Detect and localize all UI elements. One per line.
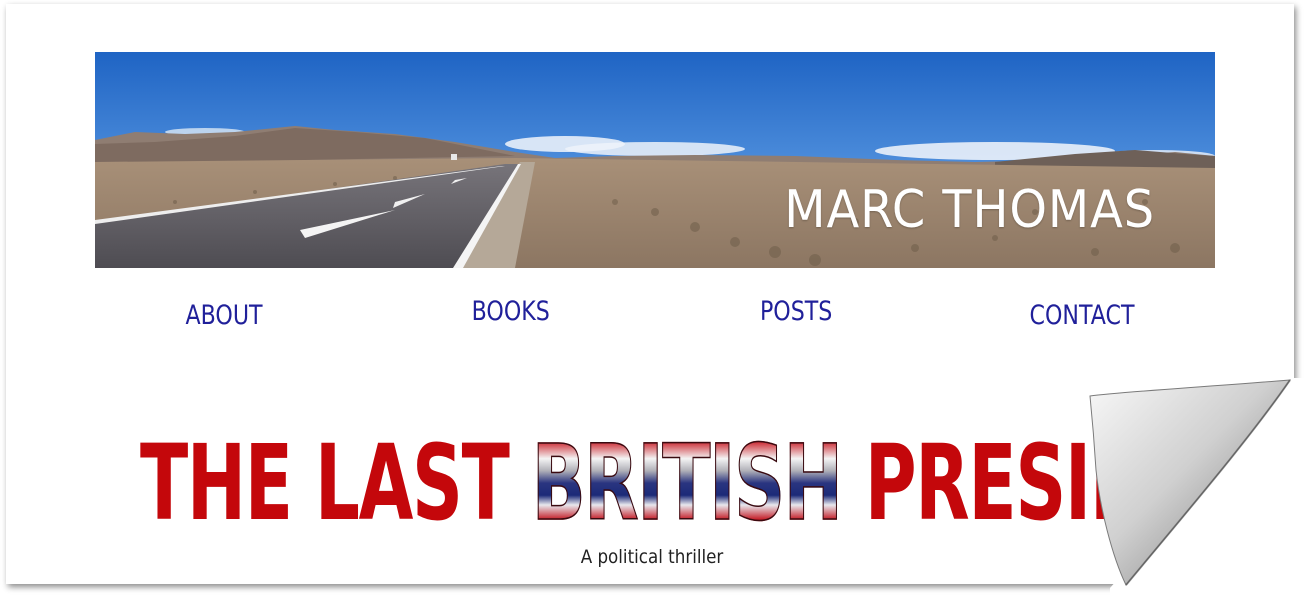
book-title-part-3: PRESIDENT — [841, 422, 1300, 544]
nav-books-link[interactable]: BOOKS — [472, 296, 550, 327]
book-title-flag-word: BRITISH — [531, 422, 843, 544]
nav-about-link[interactable]: ABOUT — [185, 300, 262, 331]
site-title: MARC THOMAS — [784, 180, 1155, 240]
book-tagline: A political thriller — [580, 546, 724, 568]
header-banner: MARC THOMAS — [95, 52, 1215, 268]
book-title[interactable]: THE LAST BRITISH PRESIDENT — [140, 427, 1300, 539]
nav-posts-link[interactable]: POSTS — [760, 296, 832, 327]
nav-contact-link[interactable]: CONTACT — [1030, 300, 1135, 331]
book-title-part-1: THE LAST — [140, 422, 532, 544]
